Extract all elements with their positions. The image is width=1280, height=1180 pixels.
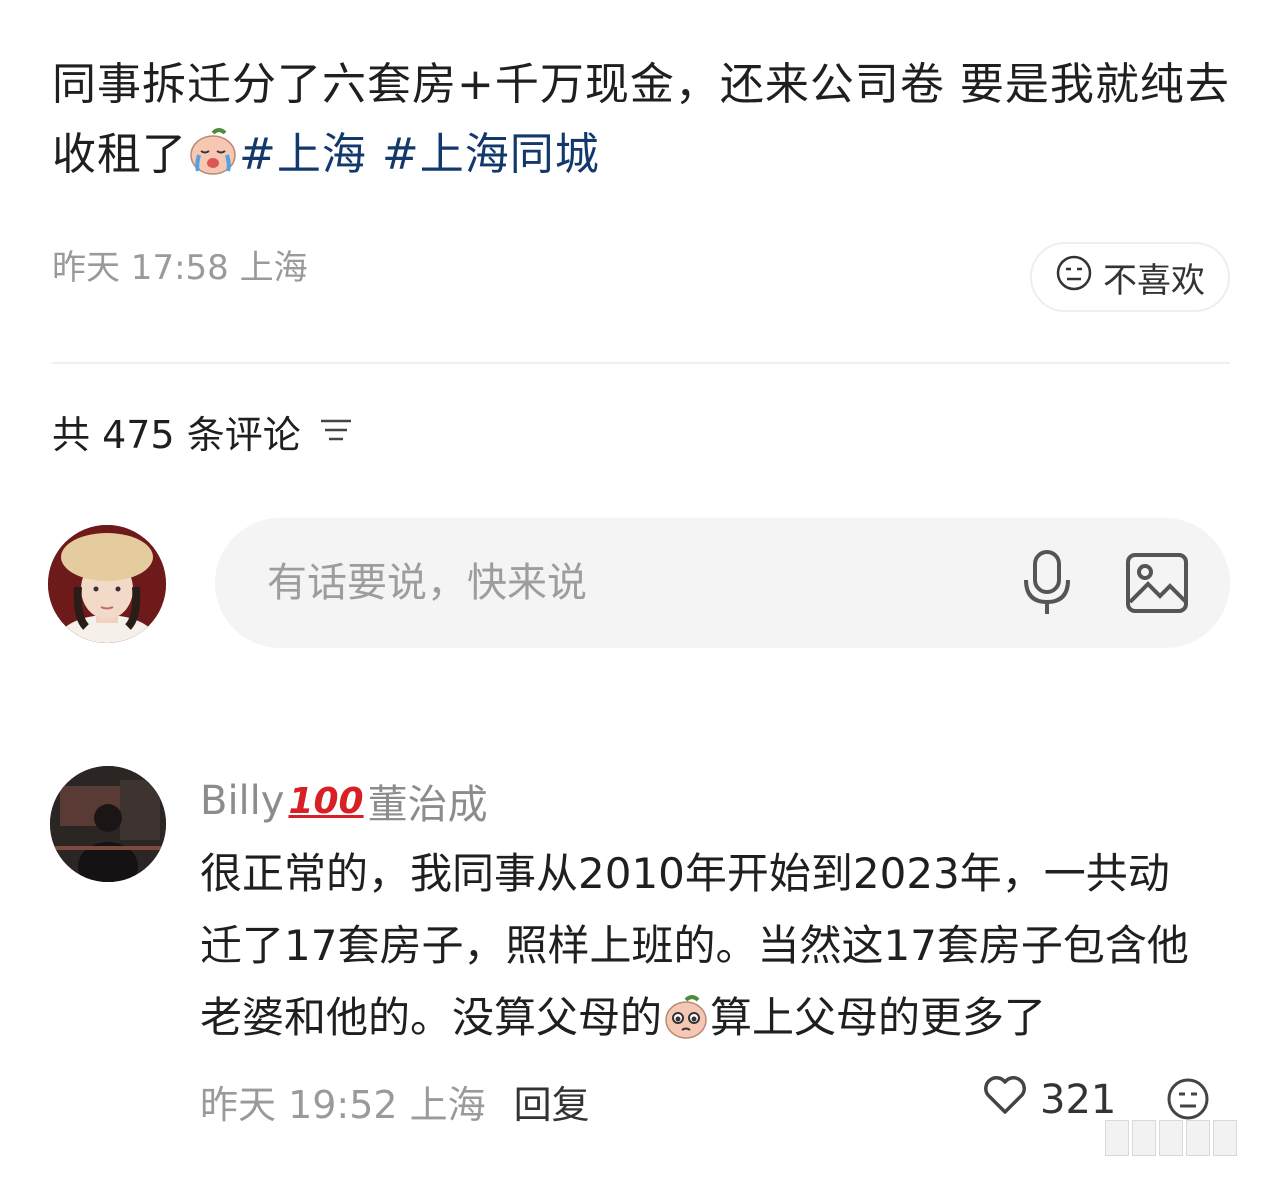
- hundred-points-icon: 100: [288, 780, 364, 822]
- reply-button[interactable]: 回复: [514, 1074, 590, 1129]
- comment-input-box[interactable]: [215, 518, 1230, 648]
- dislike-button[interactable]: 不喜欢: [1030, 242, 1230, 312]
- microphone-icon[interactable]: [1020, 548, 1074, 622]
- comment-count-label: 共 475 条评论: [52, 413, 301, 457]
- dislike-label: 不喜欢: [1103, 260, 1205, 301]
- hashtag-shanghai-local[interactable]: #上海同城: [382, 129, 600, 180]
- username-part2: 董治成: [367, 782, 488, 828]
- comment-timestamp: 昨天 19:52 上海: [200, 1083, 486, 1127]
- comment-text: 很正常的，我同事从2010年开始到2023年，一共动迁了17套房子，照样上班的。…: [200, 838, 1210, 1062]
- neutral-face-icon[interactable]: [1165, 1076, 1211, 1126]
- avatar[interactable]: [48, 525, 166, 643]
- neutral-face-icon: [1055, 254, 1093, 301]
- post-text: 同事拆迁分了六套房+千万现金，还来公司卷 要是我就纯去收租了 #上海 #上海同城: [52, 50, 1232, 198]
- crying-emoji-icon: [187, 125, 239, 198]
- comment-username[interactable]: Billy 100 董治成: [200, 772, 488, 830]
- heart-icon: [982, 1074, 1028, 1126]
- sort-lines-icon[interactable]: [319, 410, 353, 454]
- post-timestamp: 昨天 17:58 上海: [52, 248, 308, 288]
- pleading-emoji-icon: [662, 990, 710, 1062]
- comment-text-part2: 算上父母的更多了: [710, 993, 1047, 1042]
- comment-input[interactable]: [265, 559, 989, 607]
- post-body: 同事拆迁分了六套房+千万现金，还来公司卷 要是我就纯去收租了 #上海 #上海同城: [52, 50, 1232, 198]
- comment-meta: 昨天 19:52 上海 回复: [200, 1074, 590, 1129]
- divider: [52, 362, 1230, 364]
- comment-count-header: 共 475 条评论: [52, 404, 353, 459]
- like-count: 321: [1040, 1077, 1117, 1123]
- image-icon[interactable]: [1125, 552, 1189, 618]
- like-button[interactable]: 321: [982, 1074, 1116, 1126]
- watermark-logo: [1105, 1120, 1237, 1156]
- username-part1: Billy: [200, 778, 285, 824]
- hashtag-shanghai[interactable]: #上海: [239, 129, 367, 180]
- avatar[interactable]: [50, 766, 166, 882]
